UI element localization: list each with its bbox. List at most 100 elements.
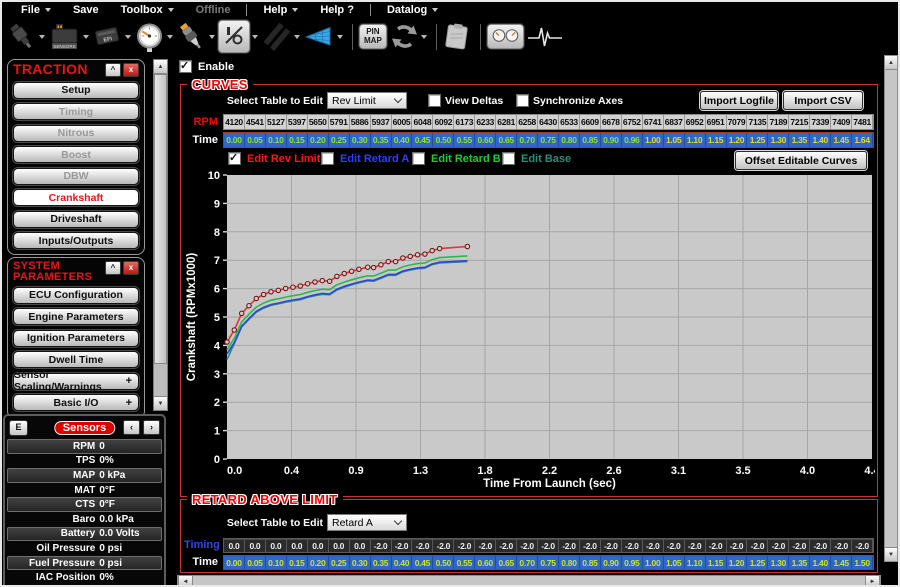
table-cell[interactable]: 0.96	[622, 133, 643, 147]
table-cell[interactable]: 7481	[852, 115, 873, 129]
table-cell[interactable]: 1.05	[664, 556, 685, 569]
table-cell[interactable]: 4120	[224, 115, 245, 129]
table-cell[interactable]: 6837	[664, 115, 685, 129]
toolbar-button-fan[interactable]	[303, 22, 343, 52]
main-vertical-scrollbar[interactable]: ▲ ▼	[884, 55, 898, 562]
enable-checkbox[interactable]	[179, 60, 192, 73]
table-cell[interactable]: 1.25	[747, 556, 768, 569]
table-cell[interactable]: -2.0	[392, 539, 413, 552]
toolbar-button-pulse[interactable]	[527, 23, 563, 51]
scroll-down-icon[interactable]: ▼	[154, 396, 167, 410]
table-cell[interactable]: 1.00	[643, 133, 664, 147]
table-cell[interactable]: 6281	[496, 115, 517, 129]
table-cell[interactable]: -2.0	[789, 539, 810, 552]
table-cell[interactable]: 1.15	[706, 133, 727, 147]
scrollbar-thumb[interactable]	[154, 74, 167, 364]
table-cell[interactable]: 6741	[643, 115, 664, 129]
close-icon[interactable]: x	[123, 63, 139, 77]
table-cell[interactable]: 5127	[266, 115, 287, 129]
table-cell[interactable]: 1.35	[789, 556, 810, 569]
table-cell[interactable]: 0.30	[350, 556, 371, 569]
close-icon[interactable]: x	[123, 261, 139, 275]
table-cell[interactable]: -2.0	[371, 539, 392, 552]
table-cell[interactable]: 1.10	[685, 556, 706, 569]
table-cell[interactable]: -2.0	[747, 539, 768, 552]
menu-item-save[interactable]: Save	[62, 4, 110, 16]
table-cell[interactable]: 1.05	[664, 133, 685, 147]
table-cell[interactable]: 0.60	[475, 556, 496, 569]
table-cell[interactable]: 6609	[580, 115, 601, 129]
table-cell[interactable]: -2.0	[685, 539, 706, 552]
table-cell[interactable]: 0.20	[308, 133, 329, 147]
offset-editable-curves-button[interactable]: Offset Editable Curves	[735, 151, 867, 170]
table-cell[interactable]: 6005	[392, 115, 413, 129]
table-cell[interactable]: -2.0	[580, 539, 601, 552]
table-cell[interactable]: 1.15	[706, 556, 727, 569]
table-cell[interactable]: 4541	[245, 115, 266, 129]
edit-rev-limit-checkbox[interactable]	[228, 152, 241, 165]
toolbar-button-timing-stripes[interactable]	[261, 21, 300, 52]
table-cell[interactable]: 0.85	[580, 556, 601, 569]
table-cell[interactable]: 7079	[727, 115, 748, 129]
table-cell[interactable]: 5397	[287, 115, 308, 129]
table-cell[interactable]: 5650	[308, 115, 329, 129]
edit-retard-a-checkbox[interactable]	[321, 152, 334, 165]
table-cell[interactable]: -2.0	[517, 539, 538, 552]
table-cell[interactable]: 0.0	[308, 539, 329, 552]
edit-retard-b-checkbox[interactable]	[412, 152, 425, 165]
menu-item-help[interactable]: Help ?	[309, 4, 365, 16]
menu-item-datalog[interactable]: Datalog	[376, 4, 449, 16]
sidebar-button-crankshaft[interactable]: Crankshaft	[13, 189, 139, 206]
table-cell[interactable]: 1.40	[810, 133, 831, 147]
sidebar-button-dwell-time[interactable]: Dwell Time	[13, 351, 139, 368]
chevron-right-icon[interactable]: ›	[143, 420, 160, 435]
table-cell[interactable]: 6173	[454, 115, 475, 129]
table-cell[interactable]: 6533	[559, 115, 580, 129]
toolbar-button-injector[interactable]	[7, 21, 45, 53]
chart-canvas[interactable]: 0123456789100.00.40.91.31.82.22.63.13.54…	[183, 171, 875, 493]
menu-item-file[interactable]: File	[10, 4, 62, 16]
table-cell[interactable]: 0.90	[601, 133, 622, 147]
table-cell[interactable]: 0.0	[224, 539, 245, 552]
table-cell[interactable]: 0.60	[475, 133, 496, 147]
table-cell[interactable]: -2.0	[496, 539, 517, 552]
scroll-up-icon[interactable]: ▲	[154, 60, 167, 74]
table-cell[interactable]: 0.45	[412, 556, 433, 569]
table-cell[interactable]: 0.90	[601, 556, 622, 569]
sidebar-button-ignition-parameters[interactable]: Ignition Parameters	[13, 330, 139, 347]
table-cell[interactable]: 0.75	[538, 556, 559, 569]
table-cell[interactable]: -2.0	[454, 539, 475, 552]
table-cell[interactable]: 0.50	[433, 556, 454, 569]
table-cell[interactable]: 1.10	[685, 133, 706, 147]
table-cell[interactable]: 0.35	[371, 133, 392, 147]
table-cell[interactable]: 1.30	[768, 133, 789, 147]
table-cell[interactable]: 6092	[433, 115, 454, 129]
toolbar-button-sensors-module[interactable]: SENSORS	[48, 21, 89, 52]
table-cell[interactable]: 0.05	[245, 133, 266, 147]
table-cell[interactable]: 1.20	[727, 556, 748, 569]
table-cell[interactable]: 0.85	[580, 133, 601, 147]
table-cell[interactable]: 0.0	[350, 539, 371, 552]
chevron-left-icon[interactable]: ‹	[123, 420, 140, 435]
retard-table-select[interactable]: Retard A	[327, 514, 407, 531]
table-cell[interactable]: -2.0	[810, 539, 831, 552]
table-cell[interactable]: 0.65	[496, 133, 517, 147]
table-cell[interactable]: 5886	[350, 115, 371, 129]
sidebar-button-inputs-outputs[interactable]: Inputs/Outputs	[13, 232, 139, 249]
table-cell[interactable]: 6752	[622, 115, 643, 129]
sidebar-button-basic-i-o[interactable]: Basic I/O+	[13, 394, 139, 411]
table-cell[interactable]: -2.0	[433, 539, 454, 552]
table-cell[interactable]: 1.00	[643, 556, 664, 569]
toolbar-button-io[interactable]	[218, 20, 258, 53]
table-cell[interactable]: -2.0	[538, 539, 559, 552]
toolbar-button-sync[interactable]	[390, 22, 427, 51]
synchronize-axes-checkbox[interactable]	[516, 94, 529, 107]
scroll-left-icon[interactable]: ◄	[178, 576, 193, 587]
table-cell[interactable]: 0.65	[496, 556, 517, 569]
table-cell[interactable]: 0.55	[454, 556, 475, 569]
table-cell[interactable]: 6430	[538, 115, 559, 129]
table-cell[interactable]: 7215	[789, 115, 810, 129]
table-cell[interactable]: 5791	[329, 115, 350, 129]
table-cell[interactable]: 0.70	[517, 556, 538, 569]
toolbar-button-clipboard[interactable]	[443, 22, 471, 52]
